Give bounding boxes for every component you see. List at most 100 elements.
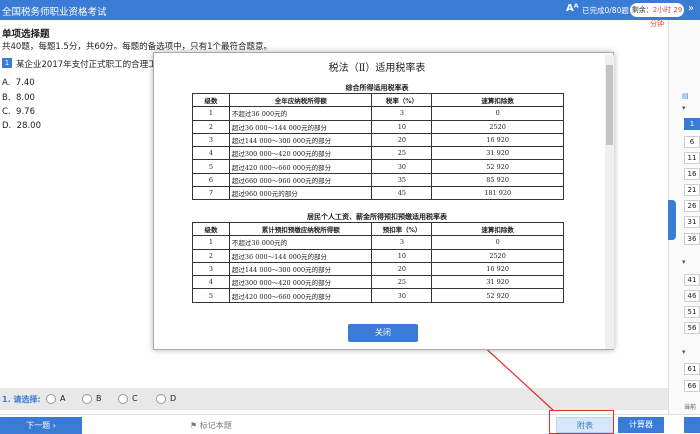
table1-caption: 综合所得适用税率表 bbox=[345, 83, 409, 92]
close-button[interactable]: 关闭 bbox=[348, 324, 418, 342]
table-cell: 0 bbox=[431, 106, 564, 121]
table-cell: 5 bbox=[192, 159, 230, 174]
nav-item[interactable]: 51 bbox=[684, 306, 700, 318]
nav-item[interactable]: 61 bbox=[684, 363, 700, 375]
table-cell: 31 920 bbox=[431, 275, 564, 290]
table-row: 2 超过36 000～144 000元的部分 10 2520 bbox=[192, 248, 564, 263]
table-cell: 52 920 bbox=[431, 159, 564, 174]
nav-item[interactable]: 46 bbox=[684, 290, 700, 302]
option-b: B. 8.00 bbox=[2, 93, 35, 103]
nav-item[interactable]: 11 bbox=[684, 152, 700, 164]
table-cell: 30 bbox=[371, 159, 433, 174]
table-row: 5 超过420 000～660 000元的部分 30 52 920 bbox=[192, 288, 564, 303]
table-header-cell: 速算扣除数 bbox=[431, 92, 564, 108]
table-cell: 20 bbox=[371, 261, 433, 277]
table-header-row: 级数 累计预扣预缴应纳税所得额 预扣率（%） 速算扣除数 bbox=[192, 221, 564, 237]
table-cell: 35 bbox=[371, 172, 433, 188]
table-cell: 31 920 bbox=[431, 146, 564, 161]
table-row: 2 超过36 000～144 000元的部分 10 2520 bbox=[192, 119, 564, 134]
table-cell: 超过144 000～300 000元的部分 bbox=[228, 261, 373, 277]
table-header-cell: 累计预扣预缴应纳税所得额 bbox=[228, 221, 373, 237]
nav-item[interactable]: 36 bbox=[684, 233, 700, 245]
table-cell: 45 bbox=[371, 186, 433, 201]
table-cell: 1 bbox=[192, 235, 230, 250]
table-header-cell: 税率（%） bbox=[371, 92, 433, 108]
font-size-icon[interactable]: Aᴬ bbox=[566, 3, 579, 14]
table-cell: 5 bbox=[192, 288, 230, 303]
table-cell: 3 bbox=[371, 235, 433, 250]
table2: 级数 累计预扣预缴应纳税所得额 预扣率（%） 速算扣除数 1 不超过36 000元的 3 0… bbox=[192, 221, 564, 303]
table-cell: 10 bbox=[371, 119, 433, 134]
mark-question-button[interactable]: ⚑ 标记本题 bbox=[190, 420, 232, 431]
table-header-cell: 速算扣除数 bbox=[431, 221, 564, 237]
question-number: 1 bbox=[2, 58, 12, 68]
table-cell: 超过300 000～420 000元的部分 bbox=[228, 146, 373, 161]
chevron-right-icon[interactable]: » bbox=[688, 3, 694, 14]
table-row: 3 超过144 000～300 000元的部分 20 16 920 bbox=[192, 132, 564, 148]
group1-icon: ▾ bbox=[682, 104, 686, 112]
table-header-cell: 级数 bbox=[192, 92, 230, 108]
mark-label: 标记本题 bbox=[199, 421, 232, 430]
modal-title: 税法（Ⅱ）适用税率表 bbox=[328, 63, 426, 74]
table-cell: 181 920 bbox=[431, 186, 564, 201]
radio-d[interactable] bbox=[156, 394, 166, 404]
section-title: 单项选择题 bbox=[2, 29, 50, 40]
table-cell: 超过420 000～660 000元的部分 bbox=[228, 159, 373, 174]
calculator-button[interactable]: 计算器 bbox=[618, 417, 664, 433]
table-cell: 16 920 bbox=[431, 132, 564, 148]
option-letter: B. bbox=[2, 93, 11, 103]
table-cell: 超过660 000～960 000元的部分 bbox=[228, 172, 373, 188]
group3-icon: ▾ bbox=[682, 348, 686, 356]
table-cell: 1 bbox=[192, 106, 230, 121]
option-d: D. 28.00 bbox=[2, 121, 41, 131]
table-cell: 4 bbox=[192, 275, 230, 290]
table-row: 1 不超过36 000元的 3 0 bbox=[192, 235, 564, 250]
table-cell: 3 bbox=[371, 106, 433, 121]
answer-bar: 1. 请选择: A B C D bbox=[0, 388, 668, 410]
next-question-button[interactable]: 下一题 › bbox=[0, 417, 82, 434]
table-cell: 3 bbox=[192, 132, 230, 148]
option-text: 9.76 bbox=[16, 107, 35, 117]
table-row: 7 超过960 000元的部分 45 181 920 bbox=[192, 186, 564, 201]
navigator-icon: ▤ bbox=[682, 92, 689, 100]
table-cell: 超过960 000元的部分 bbox=[228, 186, 373, 201]
option-text: 7.40 bbox=[15, 78, 35, 88]
radio-label: A bbox=[60, 394, 66, 403]
table-cell: 85 920 bbox=[431, 172, 564, 188]
progress-text: 已完成0/80题 bbox=[582, 6, 629, 15]
table-cell: 3 bbox=[192, 261, 230, 277]
table-row: 4 超过300 000～420 000元的部分 25 31 920 bbox=[192, 275, 564, 290]
table-row: 6 超过660 000～960 000元的部分 35 85 920 bbox=[192, 172, 564, 188]
nav-item[interactable]: 16 bbox=[684, 168, 700, 180]
panel-toggle[interactable] bbox=[668, 200, 676, 240]
table-cell: 超过36 000～144 000元的部分 bbox=[228, 119, 373, 134]
radio-label: C bbox=[132, 394, 138, 403]
nav-item[interactable]: 6 bbox=[684, 136, 700, 148]
modal-scrollbar[interactable] bbox=[605, 55, 614, 349]
table-cell: 不超过36 000元的 bbox=[228, 106, 373, 121]
radio-b[interactable] bbox=[82, 394, 92, 404]
answer-label: 1. 请选择: bbox=[2, 395, 41, 404]
option-text: 28.00 bbox=[16, 121, 41, 131]
nav-item[interactable]: 41 bbox=[684, 274, 700, 286]
table1: 级数 全年应纳税所得额 税率（%） 速算扣除数 1 不超过36 000元的 3 0 2 超过36… bbox=[192, 92, 564, 201]
radio-c[interactable] bbox=[118, 394, 128, 404]
section-description: 共40题，每题1.5分，共60分。每题的备选项中，只有1个最符合题意。 bbox=[2, 42, 273, 52]
nav-item[interactable]: 26 bbox=[684, 200, 700, 212]
nav-item[interactable]: 56 bbox=[684, 322, 700, 334]
exam-title: 全国税务师职业资格考试 bbox=[2, 7, 107, 18]
option-letter: D. bbox=[2, 121, 12, 131]
extra-button[interactable] bbox=[684, 417, 700, 433]
nav-item[interactable]: 21 bbox=[684, 184, 700, 196]
table-cell: 2 bbox=[192, 119, 230, 134]
table-cell: 不超过36 000元的 bbox=[228, 235, 373, 250]
group2-icon: ▾ bbox=[682, 258, 686, 266]
nav-item[interactable]: 31 bbox=[684, 216, 700, 228]
scrollbar-thumb[interactable] bbox=[606, 65, 613, 145]
top-bar: 全国税务师职业资格考试 Aᴬ 已完成0/80题 剩余：2小时 29 分钟 » bbox=[0, 0, 700, 28]
nav-item[interactable]: 66 bbox=[684, 380, 700, 392]
table-cell: 6 bbox=[192, 172, 230, 188]
nav-item[interactable]: 1 bbox=[684, 118, 700, 130]
radio-a[interactable] bbox=[46, 394, 56, 404]
radio-label: D bbox=[170, 394, 177, 403]
